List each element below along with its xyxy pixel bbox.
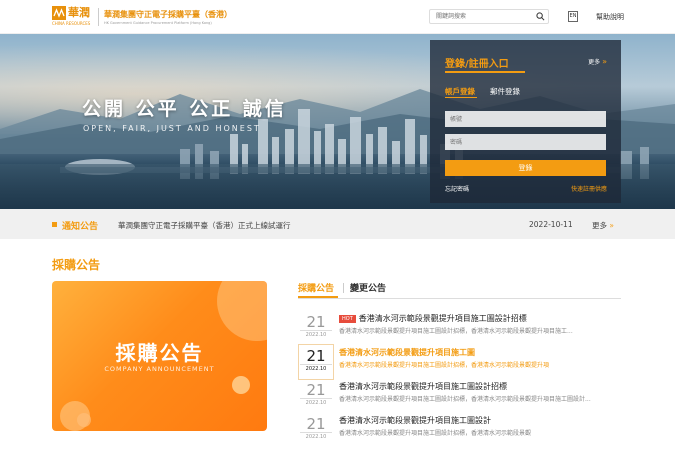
- site-header: 華潤 CHINA RESOURCES 華潤集團守正電子採購平臺（香港） HK G…: [0, 0, 675, 34]
- login-more-label: 更多: [588, 59, 601, 66]
- item-date-month: 2022.10: [305, 332, 327, 338]
- item-title: 香港清水河示範段景觀提升項目施工圖設計招標: [339, 382, 507, 391]
- decor-circle: [232, 376, 250, 394]
- notice-more-link[interactable]: 更多 »: [592, 220, 614, 231]
- list-item[interactable]: 21 2022.10 HOT 香港清水河示範段景觀提升項目施工圖設計招標 香港清水…: [298, 310, 621, 346]
- item-date-month: 2022.10: [305, 366, 327, 372]
- login-panel: 登錄/註冊入口 更多 » 帳戶登錄 郵件登錄 登錄 忘記密碼 快速註冊供應: [430, 40, 621, 203]
- search-icon[interactable]: [536, 12, 545, 21]
- item-date-day: 21: [306, 381, 326, 399]
- search-input[interactable]: [430, 10, 530, 23]
- double-chevron-right-icon: »: [602, 57, 607, 66]
- item-description: 香港清水河示範段景觀提升項目施工圖設計招標，香港清水河示範段景觀: [339, 430, 532, 437]
- notice-text-link[interactable]: 華潤集團守正電子採購平臺（香港）正式上線試運行: [118, 220, 291, 231]
- decor-circle: [217, 281, 267, 341]
- brand-logo[interactable]: 華潤 CHINA RESOURCES: [52, 6, 94, 28]
- notice-date: 2022-10-11: [529, 220, 573, 229]
- decor-circle: [77, 413, 91, 427]
- item-title-text: 香港清水河示範段景觀提升項目施工圖設計招標: [358, 314, 527, 323]
- item-description: 香港清水河示範段景觀提升項目施工圖設計招標，香港清水河示範段景觀提升項: [339, 362, 550, 369]
- site-subtitle: HK Government Guidance Procurement Platf…: [104, 21, 212, 25]
- section-title: 採購公告: [52, 258, 101, 272]
- forgot-password-link[interactable]: 忘記密碼: [445, 184, 469, 193]
- tab-procurement-announcement[interactable]: 採購公告: [298, 281, 334, 294]
- date-divider: [300, 364, 332, 365]
- item-title: 香港清水河示範段景觀提升項目施工圖設計: [339, 416, 491, 425]
- language-toggle-button[interactable]: EN: [568, 11, 578, 22]
- double-chevron-right-icon: »: [609, 221, 614, 230]
- date-divider: [300, 432, 332, 433]
- logo-sub: CHINA RESOURCES: [52, 21, 91, 26]
- item-date-day: 21: [306, 347, 326, 365]
- tab-account-login[interactable]: 帳戶登錄: [445, 86, 475, 97]
- notice-bullet-icon: [52, 222, 57, 227]
- list-item[interactable]: 21 2022.10 香港清水河示範段景觀提升項目施工圖 香港清水河示範段景觀提…: [298, 344, 621, 380]
- item-title: HOT 香港清水河示範段景觀提升項目施工圖設計招標: [339, 313, 527, 324]
- list-item[interactable]: 21 2022.10 香港清水河示範段景觀提升項目施工圖設計招標 香港清水河示範…: [298, 378, 621, 414]
- hero-slogan-english: OPEN, FAIR, JUST AND HONEST: [83, 124, 261, 133]
- hot-badge: HOT: [339, 315, 356, 323]
- list-item[interactable]: 21 2022.10 香港清水河示範段景觀提升項目施工圖設計 香港清水河示範段景…: [298, 412, 621, 448]
- login-title-underline: [445, 71, 525, 73]
- item-description: 香港清水河示範段景觀提升項目施工圖設計招標，香港清水河示範段景觀提升項目施工圖設…: [339, 396, 591, 403]
- notice-bar: 通知公告 華潤集團守正電子採購平臺（香港）正式上線試運行 2022-10-11 …: [0, 209, 675, 239]
- login-tab-indicator: [445, 97, 477, 98]
- promo-card[interactable]: 採購公告 COMPANY ANNOUNCEMENT: [52, 281, 267, 431]
- login-more-link[interactable]: 更多 »: [588, 57, 607, 66]
- quick-register-link[interactable]: 快速註冊供應: [571, 184, 607, 193]
- login-button[interactable]: 登錄: [445, 160, 606, 176]
- tab-change-announcement[interactable]: 變更公告: [350, 281, 386, 294]
- site-title: 華潤集團守正電子採購平臺（香港）: [104, 10, 232, 19]
- item-date-day: 21: [306, 415, 326, 433]
- logo-divider: [98, 8, 99, 26]
- tab-email-login[interactable]: 郵件登錄: [490, 86, 520, 97]
- item-title: 香港清水河示範段景觀提升項目施工圖: [339, 348, 475, 357]
- search-box: [429, 9, 549, 24]
- date-divider: [300, 330, 332, 331]
- notice-more-label: 更多: [592, 221, 607, 230]
- item-description: 香港清水河示範段景觀提升項目施工圖設計招標，香港清水河示範段景觀提升項目施工..…: [339, 328, 573, 335]
- item-date-day: 21: [306, 313, 326, 331]
- notice-label: 通知公告: [62, 222, 99, 232]
- promo-title: 採購公告: [115, 341, 204, 365]
- tabs-divider: [298, 298, 621, 299]
- hero-slogan: 公開 公平 公正 誠信: [82, 98, 287, 120]
- item-date-month: 2022.10: [305, 400, 327, 406]
- account-field[interactable]: [445, 111, 606, 127]
- tab-separator: [343, 283, 344, 293]
- date-divider: [300, 398, 332, 399]
- promo-subtitle: COMPANY ANNOUNCEMENT: [104, 365, 215, 373]
- help-link[interactable]: 幫助說明: [596, 12, 624, 22]
- login-title: 登錄/註冊入口: [445, 59, 509, 70]
- password-field[interactable]: [445, 134, 606, 150]
- logo-icon: [52, 6, 66, 20]
- item-date-month: 2022.10: [305, 434, 327, 440]
- logo-name: 華潤: [68, 6, 90, 19]
